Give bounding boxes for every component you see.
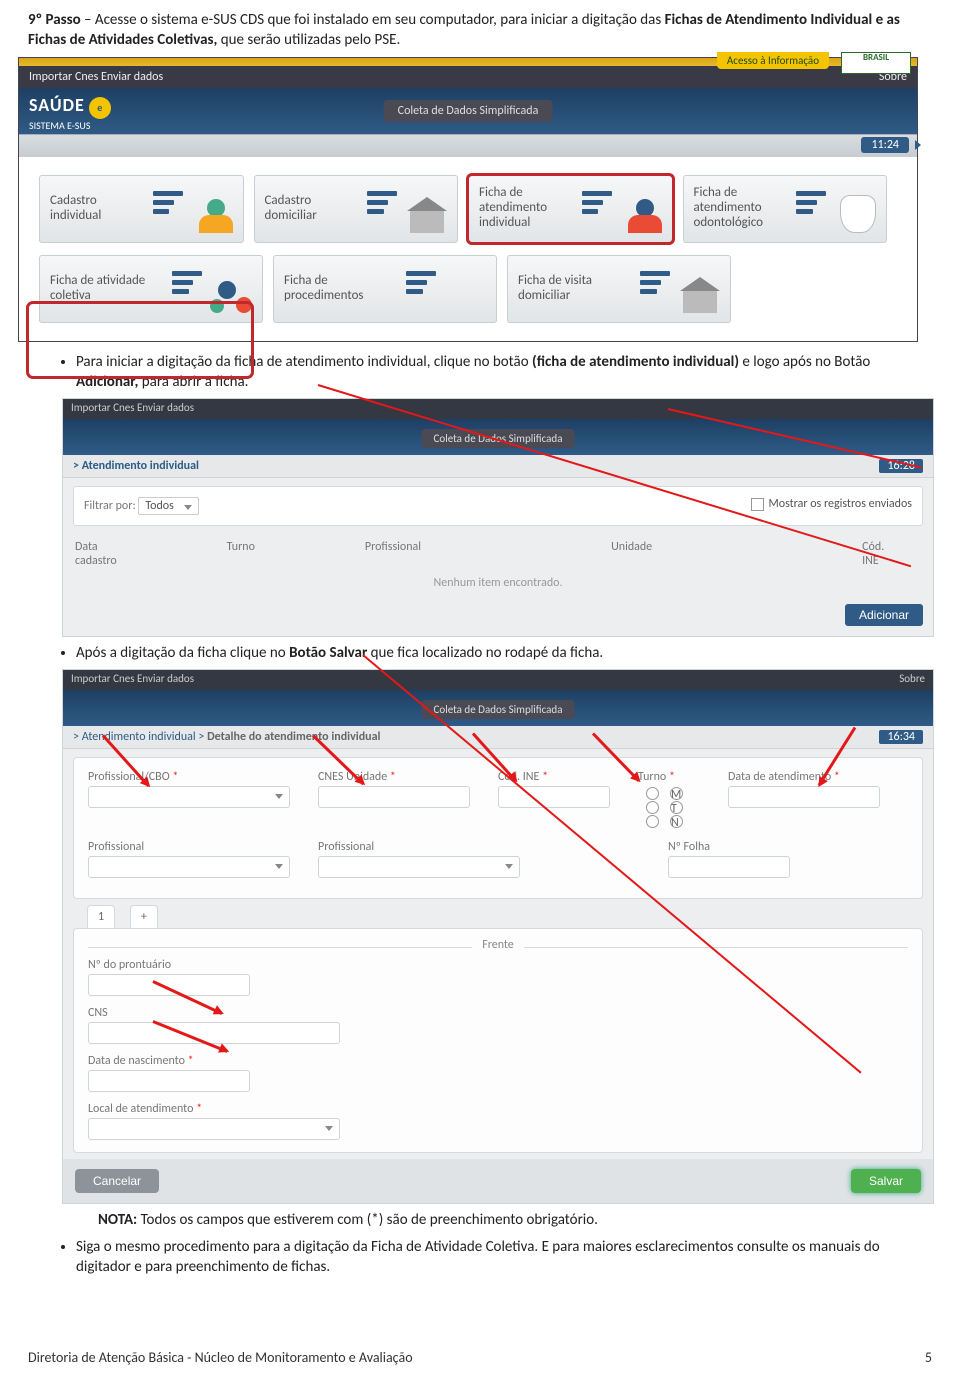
save-button[interactable]: Salvar [851, 1169, 921, 1193]
screenshot-listagem: Importar Cnes Enviar dados Coleta de Dad… [62, 398, 934, 637]
tile-ficha-visita-domiciliar[interactable]: Ficha de visita domiciliar [507, 255, 731, 323]
add-button[interactable]: Adicionar [845, 604, 923, 626]
bullet-1: Para iniciar a digitação da ficha de ate… [76, 352, 932, 393]
nascimento-input[interactable] [88, 1070, 250, 1092]
bullet-3: Siga o mesmo procedimento para a digitaç… [76, 1237, 932, 1278]
tile-ficha-atividade-coletiva[interactable]: Ficha de atividade coletiva [39, 255, 263, 323]
tab-add[interactable]: + [130, 905, 158, 928]
ine-input[interactable] [498, 786, 610, 808]
local-select[interactable] [88, 1118, 340, 1140]
prontuario-input[interactable] [88, 974, 250, 996]
profissional-cbo-select[interactable] [88, 786, 290, 808]
filter-select[interactable]: Todos [138, 497, 198, 515]
app-logo: SAÚDEe SISTEMA E-SUS [29, 94, 111, 133]
screenshot-main-menu: Acesso à Informação BRASIL Importar Cnes… [18, 57, 918, 342]
page-footer: Diretoria de Atenção Básica - Núcleo de … [28, 1349, 932, 1366]
tile-ficha-atendimento-individual[interactable]: Ficha de atendimento individual [468, 175, 673, 243]
profissional3-select[interactable] [318, 856, 520, 878]
menu-importar[interactable]: Importar Cnes Enviar dados [29, 70, 163, 84]
screenshot-form: Importar Cnes Enviar dadosSobre Coleta d… [62, 669, 934, 1204]
nota: NOTA: Todos os campos que estiverem com … [98, 1210, 932, 1230]
turno-t-radio[interactable] [646, 801, 659, 814]
show-sent-checkbox[interactable] [751, 498, 764, 511]
acesso-info-link[interactable]: Acesso à Informação [717, 52, 829, 69]
turno-m-radio[interactable] [646, 787, 659, 800]
tile-ficha-odontologico[interactable]: Ficha de atendimento odontológico [683, 175, 888, 243]
step-title: 9º Passo – Acesse o sistema e-SUS CDS qu… [28, 10, 932, 51]
data-atendimento-input[interactable] [728, 786, 880, 808]
tab-1[interactable]: 1 [87, 905, 115, 928]
brasil-logo: BRASIL [841, 52, 911, 74]
tile-ficha-procedimentos[interactable]: Ficha de procedimentos [273, 255, 497, 323]
cancel-button[interactable]: Cancelar [75, 1169, 159, 1193]
bullet-2: Após a digitação da ficha clique no Botã… [76, 643, 932, 663]
tile-cadastro-individual[interactable]: Cadastro individual [39, 175, 244, 243]
cnes-input[interactable] [318, 786, 470, 808]
cns-input[interactable] [88, 1022, 340, 1044]
app-title: Coleta de Dados Simplificada [384, 100, 553, 122]
turno-n-radio[interactable] [646, 815, 659, 828]
clock: 11:24 [861, 137, 909, 153]
tile-cadastro-domiciliar[interactable]: Cadastro domiciliar [254, 175, 459, 243]
profissional2-select[interactable] [88, 856, 290, 878]
folha-input[interactable] [668, 856, 790, 878]
